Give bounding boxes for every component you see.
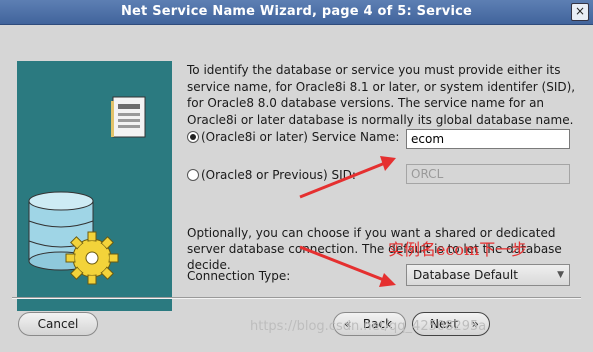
chevron-down-icon: ▼: [557, 270, 564, 280]
annotation-arrowhead-lower: [379, 273, 396, 287]
sid-input: [406, 164, 570, 184]
connection-type-select[interactable]: Database Default ▼: [406, 264, 570, 286]
cancel-button[interactable]: Cancel: [18, 312, 98, 336]
intro-description: To identify the database or service you …: [187, 63, 576, 127]
wizard-window: To identify the database or service you …: [0, 25, 593, 352]
connection-type-label: Connection Type:: [187, 269, 291, 283]
service-name-label: (Oracle8i or later) Service Name:: [201, 130, 400, 144]
annotation-arrowhead-upper: [380, 156, 396, 171]
connection-type-value: Database Default: [413, 268, 518, 282]
cancel-label: Cancel: [37, 317, 79, 331]
footer-separator: [12, 297, 581, 299]
sid-label: (Oracle8 or Previous) SID:: [201, 168, 356, 182]
sid-radio[interactable]: [187, 169, 199, 181]
window-title: Net Service Name Wizard, page 4 of 5: Se…: [120, 4, 473, 19]
service-name-radio[interactable]: [187, 131, 199, 143]
service-name-input[interactable]: [406, 129, 570, 149]
title-bar: Net Service Name Wizard, page 4 of 5: Se…: [0, 0, 593, 25]
close-icon[interactable]: ×: [571, 3, 589, 21]
wizard-illustration: [17, 61, 172, 311]
annotation-text: 实例名ecom下一步: [388, 240, 528, 259]
watermark-text: https://blog.csdn.net/qq_42508295a: [250, 319, 487, 334]
database-gear-icon: [28, 96, 146, 285]
